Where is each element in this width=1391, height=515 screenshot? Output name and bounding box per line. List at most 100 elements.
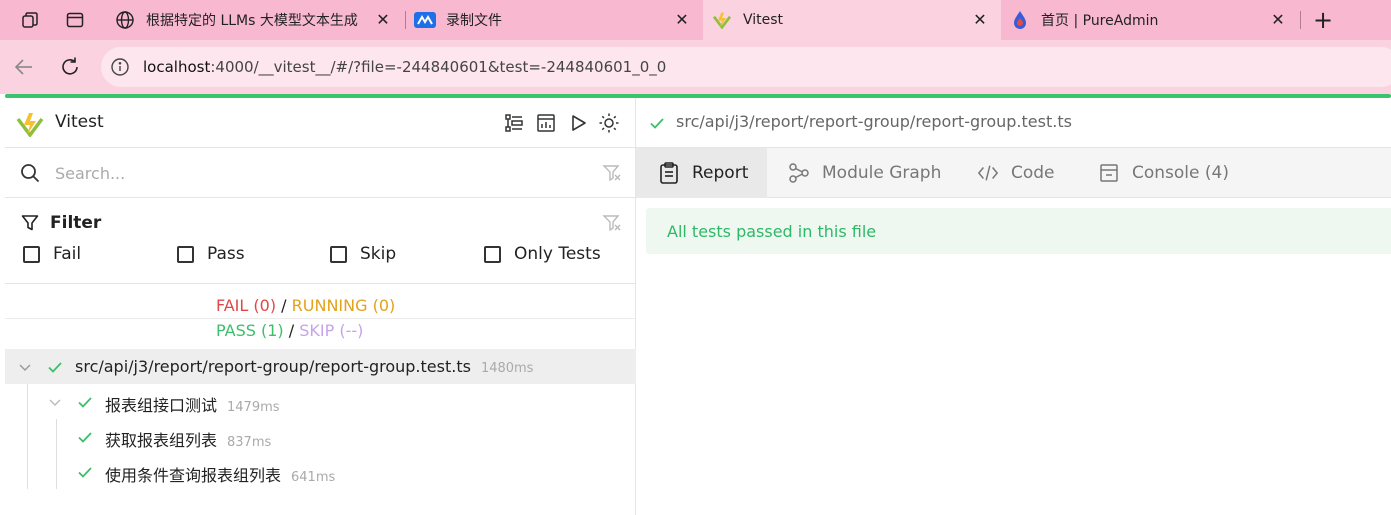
tab-divider [1300,11,1301,29]
workspaces-icon[interactable] [18,8,42,32]
filter-only-tests-checkbox[interactable]: Only Tests [484,244,601,264]
duration-label: 641ms [291,470,336,485]
tab-console[interactable]: Console (4) [1098,148,1229,198]
tab-module-graph[interactable]: Module Graph [788,148,941,198]
fail-count: FAIL (0) [216,296,277,315]
checkbox-label: Fail [53,244,82,264]
run-all-button[interactable] [566,111,590,135]
pureadmin-icon [1009,9,1031,31]
reload-button[interactable] [56,53,84,81]
check-icon [78,432,92,443]
tab-report[interactable]: Report [636,148,767,198]
test-summary: FAIL (0) / RUNNING (0) PASS (1) / SKIP (… [5,284,636,350]
url-text: localhost:4000/__vitest__/#/?file=-24484… [143,58,666,76]
tab-label: Console (4) [1132,163,1229,183]
search-row [5,148,636,198]
tree-item-suite[interactable]: 报表组接口测试 1479ms [5,384,636,419]
running-count: RUNNING (0) [291,296,396,315]
check-icon [48,362,62,373]
close-icon[interactable]: ✕ [673,11,691,29]
app-title: Vitest [55,112,104,132]
back-button[interactable] [10,53,38,81]
graph-icon [788,162,810,184]
tab-vitest[interactable]: Vitest ✕ [703,0,1001,40]
chevron-down-icon[interactable] [47,394,63,410]
checkbox-box[interactable] [484,245,501,263]
tree-item-label: src/api/j3/report/report-group/report-gr… [75,357,534,376]
check-icon [78,397,92,408]
console-icon [1098,162,1120,184]
tab-title: 录制文件 [446,13,502,29]
checkbox-label: Skip [360,244,397,264]
check-icon [78,467,92,478]
tab-code[interactable]: Code [977,148,1055,198]
summary-line: PASS (1) / SKIP (--) [5,319,636,344]
tab-label: Module Graph [822,163,942,183]
filter-skip-checkbox[interactable]: Skip [330,244,396,264]
checkbox-label: Pass [207,244,245,264]
duration-label: 1479ms [227,400,280,415]
close-icon[interactable]: ✕ [1269,11,1287,29]
close-icon[interactable]: ✕ [374,11,392,29]
detail-header: src/api/j3/report/report-group/report-gr… [636,98,1391,148]
duration-label: 837ms [227,435,272,450]
new-tab-button[interactable]: + [1311,6,1335,34]
coverage-button[interactable] [534,111,558,135]
clear-filter-icon[interactable] [602,213,622,233]
checkbox-box[interactable] [23,245,40,263]
summary-line: FAIL (0) / RUNNING (0) [5,294,636,319]
tab-pureadmin[interactable]: 首页 | PureAdmin ✕ [1001,0,1299,40]
tree-item-test[interactable]: 获取报表组列表 837ms [5,419,636,454]
tab-title: 根据特定的 LLMs 大模型文本生成 [146,13,358,29]
tab-title: Vitest [743,12,784,28]
code-icon [977,162,999,184]
summary-separator: / [281,296,287,315]
recorder-icon [414,9,436,31]
status-message: All tests passed in this file [667,222,877,241]
pass-count: PASS (1) [216,321,284,340]
file-path: src/api/j3/report/report-group/report-gr… [676,112,1072,131]
checkbox-box[interactable] [330,245,347,263]
duration-label: 1480ms [480,361,534,376]
tree-item-file[interactable]: src/api/j3/report/report-group/report-gr… [5,349,636,384]
explorer-panel: Vitest Filter Fail Pass S [5,98,636,515]
tab-title: 首页 | PureAdmin [1041,13,1159,29]
search-icon [21,164,40,183]
filter-title: Filter [50,213,102,233]
tree-item-label: 报表组接口测试 1479ms [105,396,280,415]
vitest-icon [711,9,733,31]
clipboard-icon [658,162,680,184]
status-banner: All tests passed in this file [646,208,1391,254]
theme-toggle-button[interactable] [597,111,621,135]
search-input[interactable] [55,158,575,188]
close-icon[interactable]: ✕ [971,11,989,29]
browser-toolbar: localhost:4000/__vitest__/#/?file=-24484… [0,40,1391,94]
vitest-app: Vitest Filter Fail Pass S [5,94,1391,515]
filter-pass-checkbox[interactable]: Pass [177,244,245,264]
site-info-icon[interactable] [109,56,131,78]
chevron-down-icon[interactable] [17,359,33,375]
explorer-header: Vitest [5,98,636,148]
checkbox-box[interactable] [177,245,194,263]
filter-panel: Filter Fail Pass Skip Only Tests [5,198,636,284]
checkbox-label: Only Tests [514,244,601,264]
tree-item-label: 使用条件查询报表组列表 641ms [105,466,336,485]
tab-recordings[interactable]: 录制文件 ✕ [406,0,703,40]
url-path: :4000/__vitest__/#/?file=-244840601&test… [210,58,667,76]
browser-tabstrip: 根据特定的 LLMs 大模型文本生成 ✕ 录制文件 ✕ Vitest ✕ 首页 … [0,0,1391,40]
tab-label: Code [1011,163,1055,183]
check-icon [650,118,664,129]
tab-label: Report [692,163,749,183]
tab-llm[interactable]: 根据特定的 LLMs 大模型文本生成 ✕ [106,0,404,40]
detail-tabs: Report Module Graph Code Console (4) [636,148,1391,198]
plus-icon: + [1312,6,1334,34]
clear-filter-icon[interactable] [602,163,622,183]
tree-item-test[interactable]: 使用条件查询报表组列表 641ms [5,454,636,489]
vitest-logo-icon [16,113,44,137]
globe-icon [114,9,136,31]
filter-fail-checkbox[interactable]: Fail [23,244,81,264]
dashboard-button[interactable] [502,111,526,135]
tab-actions-icon[interactable] [63,8,87,32]
address-bar[interactable]: localhost:4000/__vitest__/#/?file=-24484… [101,47,1391,87]
skip-count: SKIP (--) [299,321,364,340]
